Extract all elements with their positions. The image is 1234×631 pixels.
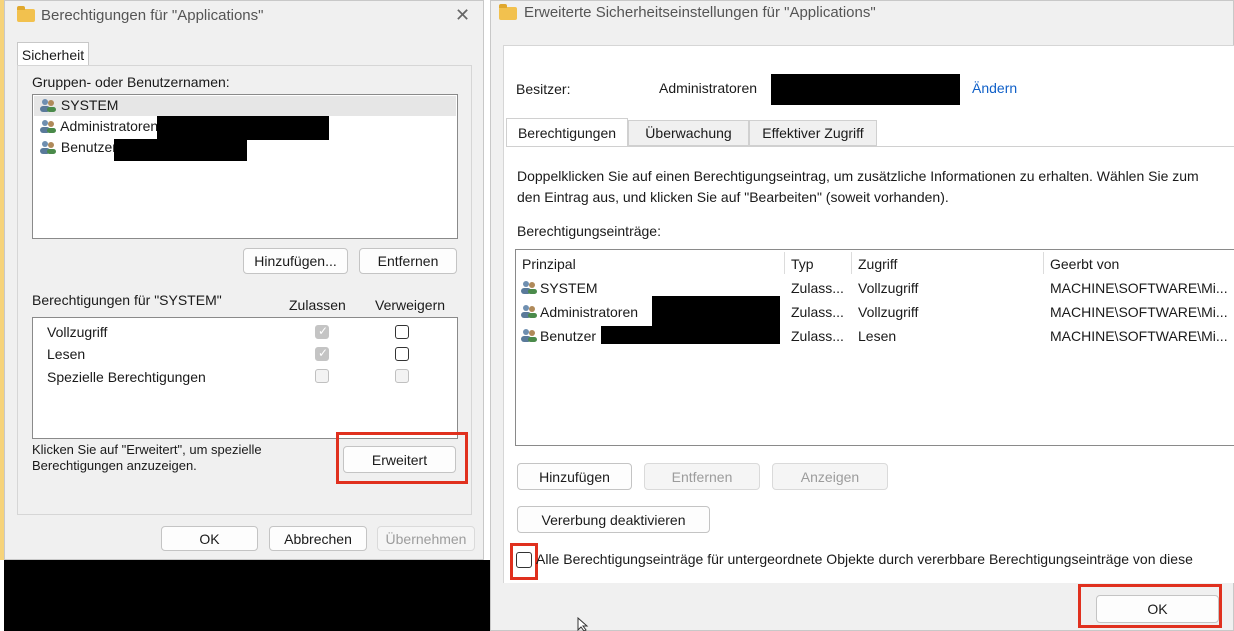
add-user-button[interactable]: Hinzufügen... (243, 248, 348, 274)
dialog-title: Erweiterte Sicherheitseinstellungen für … (524, 4, 876, 21)
deny-header: Verweigern (375, 297, 446, 313)
ok-button[interactable]: OK (161, 526, 258, 551)
change-owner-link[interactable]: Ändern (972, 80, 1017, 96)
list-item[interactable]: SYSTEM (39, 97, 119, 115)
owner-value: Administratoren (659, 80, 758, 96)
column-separator (851, 252, 852, 274)
type-cell: Zulass... (791, 304, 844, 320)
replace-child-permissions-label: Alle Berechtigungseinträge für untergeor… (536, 551, 1193, 567)
deny-checkbox (395, 369, 409, 383)
users-icon (521, 305, 537, 318)
tab-security[interactable]: Sicherheit (17, 42, 89, 66)
allow-header: Zulassen (289, 297, 346, 313)
column-header-inherited[interactable]: Geerbt von (1050, 256, 1119, 272)
tab-divider (506, 146, 1234, 147)
column-header-type[interactable]: Typ (791, 256, 814, 272)
type-cell: Zulass... (791, 328, 844, 344)
principal-cell: Benutzer (540, 328, 597, 344)
deny-checkbox[interactable] (395, 325, 409, 339)
users-icon (521, 329, 537, 342)
inherited-cell: MACHINE\SOFTWARE\Mi... (1050, 304, 1228, 320)
dialog-title: Berechtigungen für "Applications" (41, 7, 264, 24)
info-text: den Eintrag aus, und klicken Sie auf "Be… (517, 189, 949, 205)
table-row[interactable]: SYSTEM Zulass... Vollzugriff MACHINE\SOF… (520, 278, 1234, 300)
column-header-access[interactable]: Zugriff (858, 256, 897, 272)
advanced-security-dialog: Erweiterte Sicherheitseinstellungen für … (490, 0, 1234, 631)
redaction-block (4, 560, 490, 631)
principal-cell: Administratoren (540, 304, 639, 320)
add-entry-button[interactable]: Hinzufügen (517, 463, 632, 490)
tab-effective-access[interactable]: Effektiver Zugriff (749, 120, 877, 146)
allow-checkbox (315, 369, 329, 383)
folder-icon (499, 4, 517, 20)
tab-auditing[interactable]: Überwachung (628, 120, 749, 146)
permissions-dialog: Berechtigungen für "Applications" ✕ Sich… (4, 0, 484, 560)
disable-inheritance-button[interactable]: Vererbung deaktivieren (517, 506, 710, 533)
column-separator (784, 252, 785, 274)
column-header-principal[interactable]: Prinzipal (522, 256, 576, 272)
user-name: Administratoren (60, 118, 159, 134)
users-icon (40, 141, 56, 154)
highlight-box (1078, 584, 1222, 628)
apply-button: Übernehmen (377, 526, 475, 551)
users-icon (40, 99, 56, 112)
info-text: Doppelklicken Sie auf einen Berechtigung… (517, 168, 1199, 184)
principal-cell: SYSTEM (540, 280, 598, 296)
folder-icon (17, 6, 35, 22)
users-icon (521, 281, 537, 294)
remove-user-button[interactable]: Entfernen (359, 248, 457, 274)
permission-name: Vollzugriff (47, 324, 108, 340)
cursor-icon (577, 617, 589, 631)
close-icon[interactable]: ✕ (455, 5, 470, 26)
remove-entry-button: Entfernen (644, 463, 760, 490)
entries-label: Berechtigungseinträge: (517, 223, 661, 239)
redaction-block (114, 139, 247, 161)
permissions-label: Berechtigungen für "SYSTEM" (32, 292, 222, 308)
table-row[interactable]: Administratoren Zulass... Vollzugriff MA… (520, 302, 1234, 324)
redaction-block (771, 74, 960, 105)
tab-permissions[interactable]: Berechtigungen (506, 118, 628, 146)
permission-list: Vollzugriff Lesen Spezielle Berechtigung… (32, 317, 458, 439)
deny-checkbox[interactable] (395, 347, 409, 361)
list-item[interactable]: Benutzer (39, 139, 117, 157)
list-item[interactable]: Administratoren (39, 118, 159, 136)
owner-label: Besitzer: (516, 81, 571, 97)
permission-name: Lesen (47, 346, 86, 362)
column-separator (1043, 252, 1044, 274)
group-label: Gruppen- oder Benutzernamen: (32, 74, 230, 90)
access-cell: Lesen (858, 328, 897, 344)
type-cell: Zulass... (791, 280, 844, 296)
advanced-hint: Klicken Sie auf "Erweitert", um speziell… (32, 442, 262, 457)
user-name: Benutzer (60, 139, 117, 155)
redaction-block (157, 116, 329, 140)
access-cell: Vollzugriff (858, 304, 919, 320)
inherited-cell: MACHINE\SOFTWARE\Mi... (1050, 328, 1228, 344)
cancel-button[interactable]: Abbrechen (269, 526, 367, 551)
advanced-hint: Berechtigungen anzuzeigen. (32, 458, 197, 473)
allow-checkbox (315, 346, 329, 361)
access-cell: Vollzugriff (858, 280, 919, 296)
redaction-block (601, 326, 679, 344)
permission-name: Spezielle Berechtigungen (47, 369, 206, 385)
highlight-box (336, 432, 468, 484)
highlight-box (510, 543, 538, 580)
view-entry-button: Anzeigen (772, 463, 888, 490)
permission-entries-table[interactable]: Prinzipal Typ Zugriff Geerbt von SYSTEM … (515, 249, 1234, 446)
allow-checkbox (315, 324, 329, 339)
users-icon (40, 120, 56, 133)
inherited-cell: MACHINE\SOFTWARE\Mi... (1050, 280, 1228, 296)
user-name: SYSTEM (60, 97, 119, 113)
user-list[interactable]: SYSTEM Administratoren Benutzer (32, 94, 458, 239)
